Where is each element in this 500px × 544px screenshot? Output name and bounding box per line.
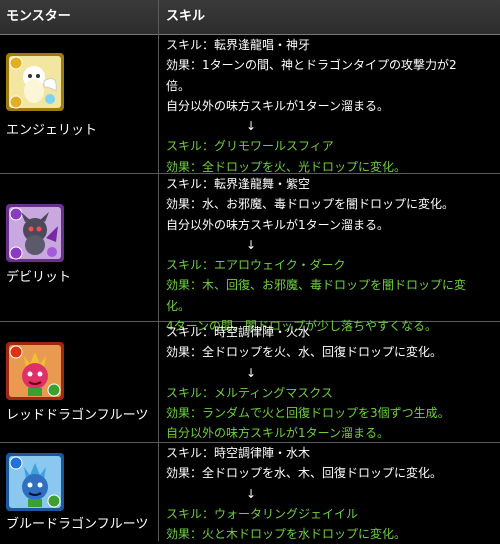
skill-line-evolved: スキル：メルティングマスクス: [166, 385, 333, 400]
down-arrow-icon: ↓: [246, 119, 257, 134]
monster-name: デビリット: [6, 270, 72, 285]
skill-line-evolved: スキル：グリモワールスフィア: [166, 139, 334, 154]
skill-cell: スキル：転界逢龍唱・神牙 効果：1ターンの間、神とドラゴンタイプの攻撃力が2 倍…: [166, 35, 496, 177]
down-arrow-icon: ↓: [246, 486, 257, 501]
skill-line: 効果：全ドロップを火、水、回復ドロップに変化。: [166, 345, 443, 360]
angelit-icon[interactable]: [6, 53, 64, 111]
down-arrow-icon: ↓: [246, 237, 257, 252]
down-arrow-icon: ↓: [246, 365, 257, 380]
skill-table: モンスター スキル エンジェリット スキル：転界逢龍唱・神牙 効果：1ターンの間…: [0, 0, 500, 541]
monster-name: エンジェリット: [6, 123, 98, 138]
skill-line-evolved: 効果：木、回復、お邪魔、毒ドロップを闇ドロップに変: [166, 278, 467, 293]
red-dragon-fruit-icon[interactable]: [6, 342, 64, 400]
skill-line: 効果：1ターンの間、神とドラゴンタイプの攻撃力が2: [166, 58, 457, 73]
skill-line-evolved: 効果：ランダムで火と回復ドロップを3個ずつ生成。: [166, 406, 450, 421]
monster-name: ブルードラゴンフルーツ: [6, 517, 149, 532]
skill-cell: スキル：転界逢龍舞・紫空 効果：水、お邪魔、毒ドロップを闇ドロップに変化。 自分…: [166, 174, 496, 336]
monster-name: レッドドラゴンフルーツ: [6, 408, 149, 423]
skill-line-evolved: 化。: [166, 298, 191, 313]
skill-line-evolved: 自分以外の味方スキルが1ターン溜まる。: [166, 426, 390, 441]
skill-line-evolved: スキル：ウォータリングジェイイル: [166, 506, 359, 521]
table-header: モンスター スキル: [0, 0, 500, 35]
skill-cell: スキル：時空調律陣・水木 効果：全ドロップを水、木、回復ドロップに変化。 ↓ ス…: [166, 443, 496, 544]
skill-line: 自分以外の味方スキルが1ターン溜まる。: [166, 217, 390, 232]
skill-cell: スキル：時空調律陣・火水 効果：全ドロップを火、水、回復ドロップに変化。 ↓ ス…: [166, 322, 496, 444]
column-divider: [158, 0, 159, 541]
skill-line: 倍。: [166, 78, 191, 93]
skill-line: スキル：時空調律陣・水木: [166, 446, 311, 460]
devilit-icon[interactable]: [6, 204, 64, 262]
skill-line: 自分以外の味方スキルが1ターン溜まる。: [166, 98, 390, 113]
skill-line: スキル：転界逢龍舞・紫空: [166, 177, 311, 191]
skill-line-evolved: 効果：火と木ドロップを水ドロップに変化。: [166, 527, 407, 542]
header-skill: スキル: [166, 9, 206, 24]
header-monster: モンスター: [6, 9, 71, 24]
skill-line: スキル：時空調律陣・火水: [166, 325, 311, 339]
skill-line: 効果：水、お邪魔、毒ドロップを闇ドロップに変化。: [166, 197, 455, 212]
skill-line: スキル：転界逢龍唱・神牙: [166, 38, 311, 52]
blue-dragon-fruit-icon[interactable]: [6, 453, 64, 511]
skill-line-evolved: スキル：エアロウェイク・ダーク: [166, 258, 346, 273]
skill-line: 効果：全ドロップを水、木、回復ドロップに変化。: [166, 466, 443, 481]
